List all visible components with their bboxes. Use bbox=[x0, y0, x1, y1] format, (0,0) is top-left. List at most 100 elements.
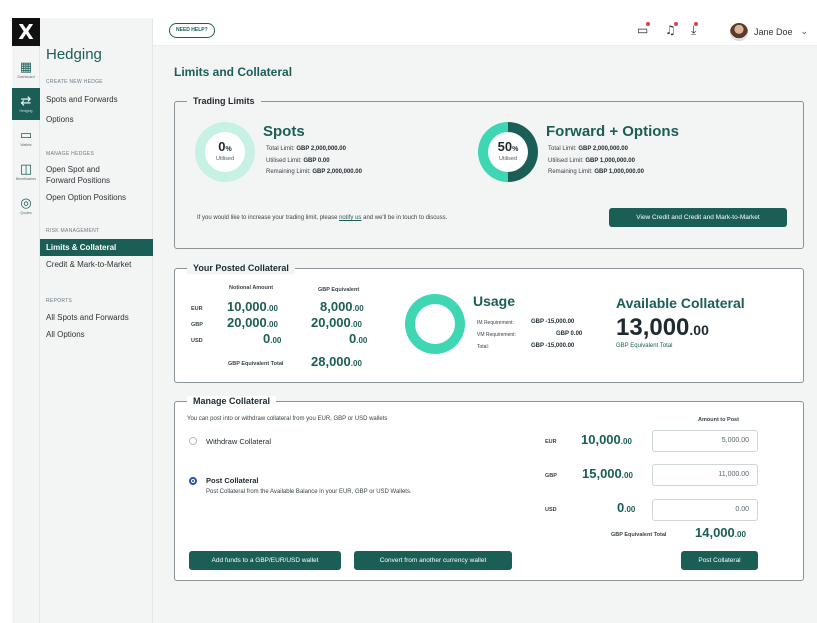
row-ccy: GBP bbox=[191, 322, 203, 328]
nav-item-open-spot-forward[interactable]: Open Spot and Forward Positions bbox=[40, 164, 152, 186]
nav-item-all-spots[interactable]: All Spots and Forwards bbox=[46, 312, 152, 323]
card-title: Manage Collateral bbox=[187, 396, 277, 407]
donut-center: 50% Utilised bbox=[488, 132, 528, 172]
spots-utilisation-donut: 0% Utilised bbox=[195, 122, 255, 182]
notional-amount: 20,000.00 bbox=[227, 315, 278, 330]
gbp-equivalent-amount: 20,000.00 bbox=[311, 315, 362, 330]
trading-limits-card: Trading Limits 0% Utilised Spots Total L… bbox=[174, 96, 804, 249]
page-title: Limits and Collateral bbox=[174, 65, 293, 79]
value: GBP -15,000.00 bbox=[531, 343, 575, 349]
gbp-amount-input[interactable]: 11,000.00 bbox=[652, 464, 758, 486]
notification-dot bbox=[646, 22, 651, 26]
card-title: Your Posted Collateral bbox=[187, 263, 295, 274]
globe-icon: ◎ bbox=[20, 196, 32, 211]
nav-section-create: CREATE NEW HEDGE bbox=[46, 79, 103, 85]
top-bar: NEED HELP? ▭ ♫ ⤓ Jane Doe ⌄ bbox=[153, 18, 817, 46]
nav-item-spots-forwards[interactable]: Spots and Forwards bbox=[46, 94, 152, 105]
spots-remaining-limit: Remaining Limit: GBP 2,000,000.00 bbox=[266, 169, 362, 175]
vm-requirement-value: GBP 0.00 bbox=[556, 331, 582, 337]
notification-dot bbox=[673, 22, 678, 26]
download-icon[interactable]: ⤓ bbox=[691, 22, 699, 38]
spots-utilised-limit: Utilised Limit: GBP 0.00 bbox=[266, 158, 330, 164]
forward-options-heading: Forward + Options bbox=[546, 123, 679, 140]
rail-label: Dashboard bbox=[17, 75, 35, 79]
dec: .00 bbox=[352, 304, 364, 313]
label: Remaining Limit: bbox=[266, 169, 311, 175]
bell-icon[interactable]: ♫ bbox=[665, 22, 678, 37]
rail-item-wallets[interactable]: ▭ Wallets bbox=[12, 122, 40, 154]
add-funds-button[interactable]: Add funds to a GBP/EUR/USD wallet bbox=[189, 551, 341, 570]
notional-amount: 10,000.00 bbox=[227, 299, 278, 314]
donut-label: Utilised bbox=[215, 156, 235, 162]
amount-to-post-header: Amount to Post bbox=[698, 417, 739, 423]
gbp-equivalent-total-label: GBP Equivalent Total bbox=[611, 532, 667, 538]
notification-dot bbox=[694, 22, 699, 26]
gbp-equivalent-total-value: 28,000.00 bbox=[311, 354, 362, 369]
manage-intro-text: You can post into or withdraw collateral… bbox=[187, 416, 388, 422]
forward-total-limit: Total Limit: GBP 2,000,000.00 bbox=[548, 146, 628, 152]
post-label[interactable]: Post Collateral bbox=[206, 476, 259, 485]
chat-icon[interactable]: ▭ bbox=[637, 22, 651, 37]
nav-item-limits-collateral[interactable]: Limits & Collateral bbox=[40, 239, 153, 256]
dec: .00 bbox=[350, 359, 362, 368]
manage-collateral-card: Manage Collateral You can post into or w… bbox=[174, 396, 804, 581]
post-description: Post Collateral from the Available Balan… bbox=[206, 489, 412, 495]
need-help-button[interactable]: NEED HELP? bbox=[169, 23, 215, 38]
eur-amount-input[interactable]: 5,000.00 bbox=[652, 430, 758, 452]
available-collateral-sub: GBP Equivalent Total bbox=[616, 343, 673, 349]
brand-logo[interactable]: X bbox=[12, 18, 40, 46]
rail-item-hedging[interactable]: ⇄ Hedging bbox=[12, 88, 40, 120]
row-ccy: USD bbox=[545, 507, 557, 513]
rail-item-beneficiaries[interactable]: ◫ Beneficiaries bbox=[12, 156, 40, 188]
percent-sign: % bbox=[225, 146, 232, 153]
nav-item-credit-mtm[interactable]: Credit & Mark-to-Market bbox=[46, 259, 152, 270]
main-content: Limits and Collateral Trading Limits 0% … bbox=[153, 46, 817, 623]
rail-item-quotes[interactable]: ◎ Quotes bbox=[12, 190, 40, 222]
nav-title: Hedging bbox=[46, 46, 102, 63]
post-collateral-button[interactable]: Post Collateral bbox=[681, 551, 758, 570]
nav-item-options[interactable]: Options bbox=[46, 114, 152, 125]
nav-item-open-option[interactable]: Open Option Positions bbox=[46, 192, 152, 203]
rail-item-dashboard[interactable]: ▦ Dashboard bbox=[12, 54, 40, 86]
value: GBP 1,000,000.00 bbox=[594, 169, 644, 175]
post-radio[interactable] bbox=[189, 477, 197, 485]
wallet-balance: 15,000.00 bbox=[582, 466, 633, 481]
forward-remaining-limit: Remaining Limit: GBP 1,000,000.00 bbox=[548, 169, 644, 175]
rail-label: Wallets bbox=[20, 143, 32, 147]
convert-currency-button[interactable]: Convert from another currency wallet bbox=[354, 551, 512, 570]
forward-utilised-limit: Utilised Limit: GBP 1,000,000.00 bbox=[548, 158, 635, 164]
label: Total Limit: bbox=[266, 146, 295, 152]
notional-amount: 0.00 bbox=[263, 331, 281, 346]
percent-sign: % bbox=[512, 146, 519, 153]
text: If you would like to increase your tradi… bbox=[197, 215, 340, 221]
value: GBP 2,000,000.00 bbox=[296, 146, 346, 152]
gbp-equivalent-total-label: GBP Equivalent Total bbox=[228, 361, 284, 367]
int: 15,000 bbox=[582, 466, 622, 481]
notify-us-link[interactable]: notify us bbox=[339, 215, 361, 221]
value: GBP 1,000,000.00 bbox=[585, 158, 635, 164]
user-menu[interactable]: Jane Doe ⌄ bbox=[730, 22, 808, 42]
im-requirement-value: GBP -15,000.00 bbox=[531, 319, 574, 325]
dec: .00 bbox=[624, 505, 636, 514]
withdraw-radio[interactable] bbox=[189, 437, 197, 445]
view-credit-button[interactable]: View Credit and Credit and Mark-to-Marke… bbox=[609, 208, 787, 227]
nav-item-all-options[interactable]: All Options bbox=[46, 329, 152, 340]
col-header-gbp-equivalent: GBP Equivalent bbox=[318, 287, 360, 293]
row-ccy: EUR bbox=[191, 306, 203, 312]
rail-label: Beneficiaries bbox=[15, 177, 37, 181]
withdraw-label[interactable]: Withdraw Collateral bbox=[206, 437, 271, 446]
value: GBP 0.00 bbox=[303, 158, 330, 164]
dec: .00 bbox=[270, 336, 282, 345]
donut-label: Utilised bbox=[498, 156, 518, 162]
donut-center bbox=[415, 304, 455, 344]
label: Remaining Limit: bbox=[548, 169, 593, 175]
user-name: Jane Doe bbox=[754, 27, 793, 37]
text: and we'll be in touch to discuss. bbox=[361, 215, 448, 221]
row-ccy: USD bbox=[191, 338, 203, 344]
im-requirement-label: IM Requirement: bbox=[477, 320, 514, 326]
value: GBP 2,000,000.00 bbox=[578, 146, 628, 152]
label: Utilised Limit: bbox=[548, 158, 584, 164]
int: 14,000 bbox=[695, 525, 735, 540]
usd-amount-input[interactable]: 0.00 bbox=[652, 499, 758, 521]
spots-heading: Spots bbox=[263, 123, 305, 140]
